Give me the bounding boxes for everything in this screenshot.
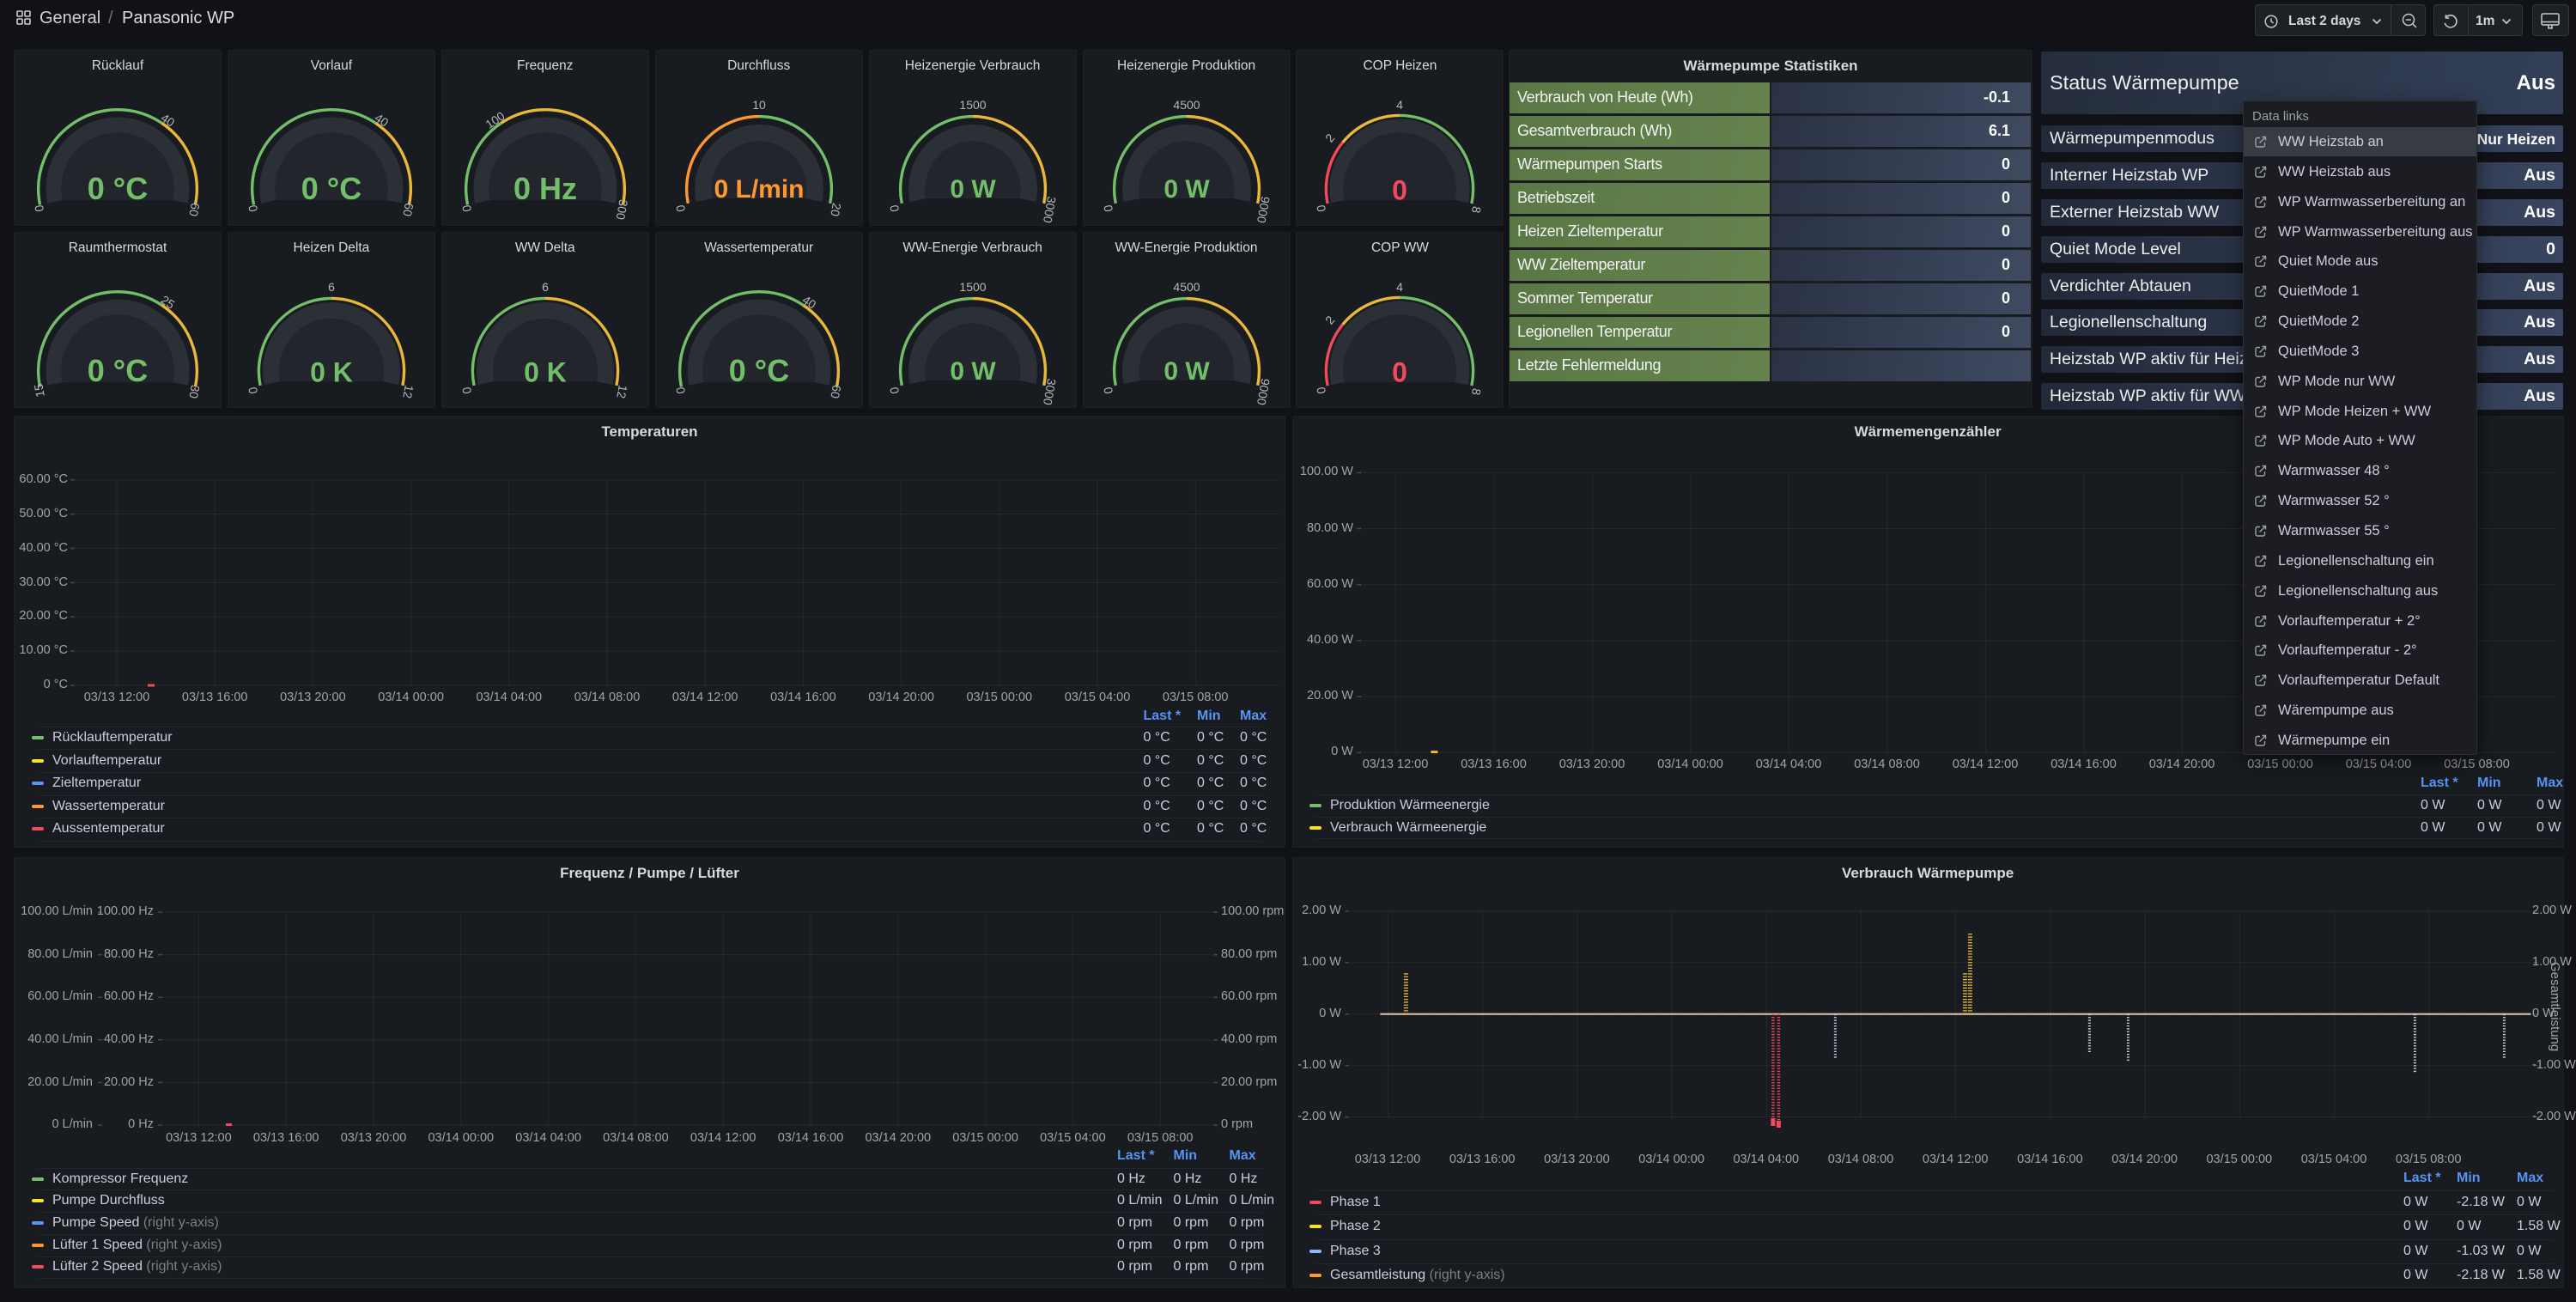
- svg-text:10: 10: [752, 98, 766, 112]
- svg-text:15: 15: [31, 382, 46, 398]
- svg-text:0 °C: 0 °C: [301, 171, 361, 206]
- svg-text:4500: 4500: [1173, 280, 1200, 294]
- svg-text:0: 0: [1392, 357, 1407, 388]
- svg-text:0: 0: [673, 204, 688, 213]
- svg-text:0: 0: [459, 386, 474, 395]
- svg-text:12: 12: [400, 384, 416, 399]
- svg-text:0: 0: [1314, 204, 1328, 213]
- svg-text:0: 0: [1314, 386, 1328, 395]
- svg-text:0: 0: [887, 204, 902, 213]
- svg-text:0: 0: [459, 204, 474, 213]
- svg-text:300: 300: [613, 198, 630, 221]
- svg-text:0: 0: [1100, 204, 1115, 213]
- svg-text:0: 0: [1100, 386, 1115, 395]
- svg-text:100: 100: [483, 108, 507, 131]
- svg-text:12: 12: [614, 384, 629, 399]
- svg-text:20: 20: [828, 202, 843, 217]
- svg-text:0 W: 0 W: [950, 175, 996, 204]
- svg-text:60: 60: [400, 202, 416, 217]
- svg-text:1500: 1500: [959, 280, 986, 294]
- svg-text:4: 4: [1396, 98, 1403, 112]
- svg-text:40: 40: [799, 293, 818, 312]
- svg-text:40: 40: [372, 111, 391, 130]
- svg-text:0 °C: 0 °C: [88, 353, 148, 388]
- svg-text:0: 0: [246, 386, 260, 395]
- svg-text:0: 0: [673, 386, 688, 395]
- svg-text:0: 0: [1392, 175, 1407, 206]
- svg-text:0 K: 0 K: [524, 357, 567, 388]
- svg-text:0 °C: 0 °C: [88, 171, 148, 206]
- svg-text:8: 8: [1469, 387, 1484, 397]
- svg-text:40: 40: [159, 111, 178, 130]
- svg-text:25: 25: [159, 293, 178, 312]
- svg-text:4: 4: [1396, 280, 1403, 294]
- svg-text:0 Hz: 0 Hz: [513, 171, 577, 206]
- svg-text:0 W: 0 W: [1163, 357, 1210, 386]
- svg-text:0 W: 0 W: [1163, 175, 1210, 204]
- svg-text:60: 60: [186, 202, 202, 217]
- svg-text:0: 0: [246, 204, 260, 213]
- svg-text:0 W: 0 W: [950, 357, 996, 386]
- svg-text:2: 2: [1322, 313, 1337, 326]
- svg-text:0 L/min: 0 L/min: [714, 175, 804, 204]
- svg-text:8: 8: [1469, 205, 1484, 215]
- svg-text:30: 30: [186, 384, 202, 399]
- svg-text:2: 2: [1322, 131, 1337, 144]
- svg-text:60: 60: [828, 384, 843, 399]
- svg-text:6: 6: [328, 280, 335, 294]
- svg-text:0 °C: 0 °C: [728, 353, 788, 388]
- svg-text:1500: 1500: [959, 98, 986, 112]
- svg-text:6: 6: [542, 280, 549, 294]
- svg-text:0 K: 0 K: [310, 357, 353, 388]
- svg-text:0: 0: [32, 204, 46, 213]
- svg-text:0: 0: [887, 386, 902, 395]
- svg-text:4500: 4500: [1173, 98, 1200, 112]
